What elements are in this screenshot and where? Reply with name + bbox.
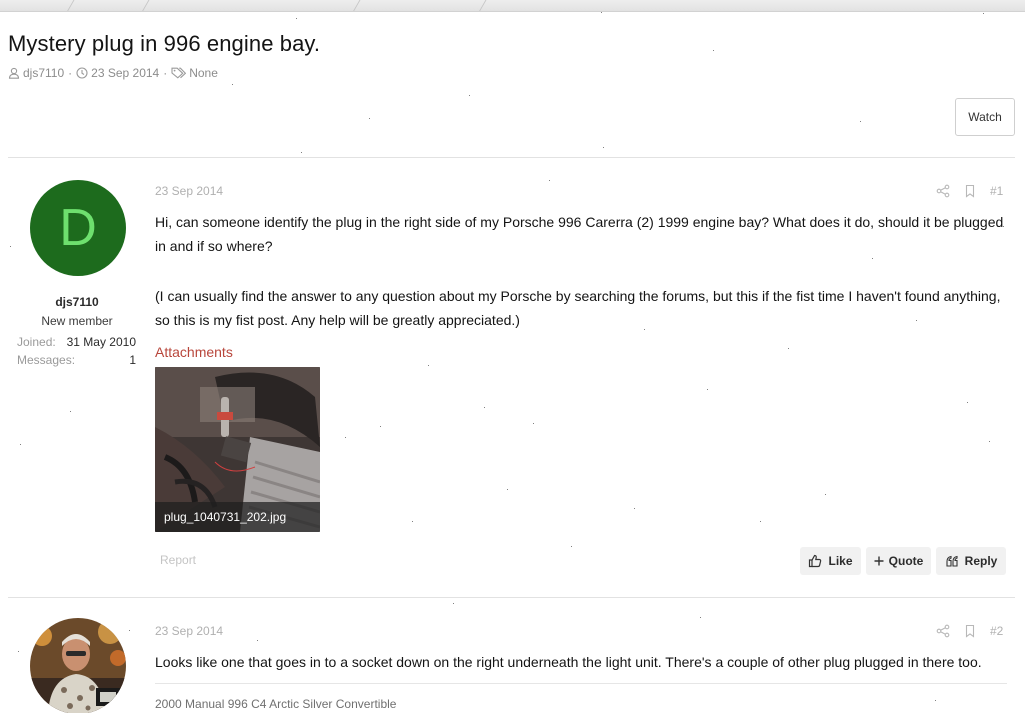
divider (8, 157, 1015, 158)
watch-button[interactable]: Watch (955, 98, 1015, 136)
attachment-filename: plug_1040731_202.jpg (155, 502, 320, 532)
thread-meta: djs7110 · 23 Sep 2014 · None (8, 66, 218, 80)
quote-button[interactable]: Quote (866, 547, 931, 575)
user-joined: Joined: 31 May 2010 (17, 335, 136, 349)
reply-button[interactable]: Reply (936, 547, 1006, 575)
reply-label: Reply (964, 554, 998, 568)
thread-author-link[interactable]: djs7110 (23, 66, 64, 80)
background-noise (10, 12, 1004, 701)
attachment-thumbnail[interactable]: plug_1040731_202.jpg (155, 367, 320, 532)
divider (8, 597, 1015, 598)
share-icon[interactable] (936, 184, 950, 198)
post-number-link[interactable]: #2 (990, 624, 1003, 638)
attachments-label: Attachments (155, 344, 233, 360)
like-label: Like (828, 554, 853, 568)
thread-tags: None (189, 66, 218, 80)
quote-label: Quote (888, 554, 924, 568)
post-actions: #1 (936, 184, 1003, 198)
like-button[interactable]: Like (800, 547, 861, 575)
share-icon[interactable] (936, 624, 950, 638)
page-title: Mystery plug in 996 engine bay. (8, 31, 321, 56)
bookmark-icon[interactable] (963, 624, 977, 638)
user-title: New member (41, 314, 113, 328)
post-paragraph: Looks like one that goes in to a socket … (155, 654, 982, 670)
avatar[interactable]: D (30, 180, 126, 276)
user-icon (8, 67, 20, 79)
thread-date-link[interactable]: 23 Sep 2014 (91, 66, 159, 80)
user-signature: 2000 Manual 996 C4 Arctic Silver Convert… (155, 697, 397, 711)
breadcrumb-strip (0, 0, 1025, 12)
post-paragraph: (I can usually find the answer to any qu… (155, 288, 1001, 328)
user-messages: Messages: 1 (17, 353, 136, 367)
quote-marks-icon (945, 554, 959, 568)
avatar[interactable] (30, 618, 126, 713)
tag-icon (171, 67, 187, 79)
clock-icon (76, 67, 88, 79)
post-date[interactable]: 23 Sep 2014 (155, 624, 223, 638)
report-link[interactable]: Report (160, 553, 196, 567)
post-paragraph: Hi, can someone identify the plug in the… (155, 214, 1004, 254)
thumbs-up-icon (808, 554, 822, 568)
post-number-link[interactable]: #1 (990, 184, 1003, 198)
plus-icon (874, 554, 884, 568)
post-actions: #2 (936, 624, 1003, 638)
post-date[interactable]: 23 Sep 2014 (155, 184, 223, 198)
post-username[interactable]: djs7110 (8, 295, 146, 309)
signature-divider (155, 683, 1007, 684)
bookmark-icon[interactable] (963, 184, 977, 198)
